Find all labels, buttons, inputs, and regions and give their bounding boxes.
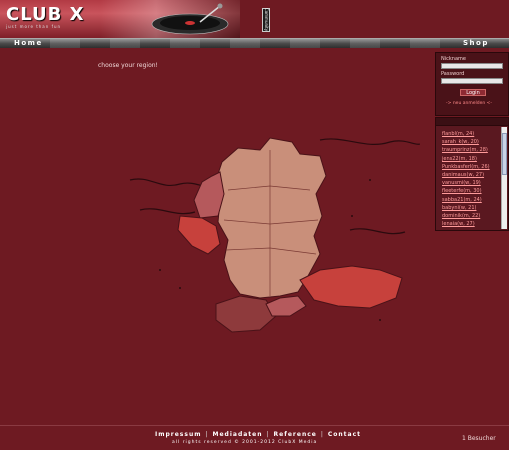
map-dot	[351, 215, 353, 217]
map-dot	[379, 319, 381, 321]
user-list-scrollbar[interactable]	[501, 127, 507, 229]
region-map	[129, 137, 420, 333]
nav-segment	[230, 39, 260, 48]
footer-link-reference[interactable]: Reference	[274, 431, 317, 438]
user-item[interactable]: jens22(m, 18)	[442, 155, 490, 163]
online-users-panel: flanbl(m, 24) sarah_k(w, 20) traumprinz(…	[435, 125, 509, 231]
user-item[interactable]: fleeterfe(m, 30)	[442, 187, 490, 195]
password-input[interactable]	[441, 78, 503, 84]
region-belgium[interactable]	[177, 215, 221, 255]
map-dot	[369, 179, 371, 181]
nav-segment	[350, 39, 380, 48]
footer-separator: |	[266, 431, 270, 438]
map-dot	[159, 269, 161, 271]
community-tab[interactable]: Community	[262, 8, 270, 32]
user-item[interactable]: Punkbasferl(m, 26)	[442, 163, 490, 171]
user-item[interactable]: dominik(m, 22)	[442, 212, 490, 220]
user-item[interactable]: babyni(w, 21)	[442, 204, 490, 212]
nav-segment	[110, 39, 140, 48]
nav-bar: Home Shop	[0, 38, 509, 48]
login-button[interactable]: Login	[460, 89, 486, 96]
logo[interactable]: CLUB X just more than fun	[6, 4, 85, 29]
border-line	[319, 138, 420, 145]
footer-links: Impressum | Mediadaten | Reference | Contact	[155, 431, 361, 438]
logo-text: CLUB X	[6, 4, 85, 25]
map-dot	[179, 287, 181, 289]
turntable-icon	[151, 3, 229, 35]
visitor-count: 1 Besucher	[462, 435, 496, 442]
nav-segment	[170, 39, 200, 48]
community-tab-label: Community	[264, 7, 270, 32]
footer-divider	[0, 425, 509, 426]
region-austria[interactable]	[299, 265, 403, 309]
user-item[interactable]: sabba21(m, 24)	[442, 196, 490, 204]
region-liechtenstein[interactable]	[265, 295, 307, 317]
nav-home[interactable]: Home	[14, 39, 43, 48]
user-item[interactable]: danimaus(w, 27)	[442, 171, 490, 179]
user-item[interactable]: lenaia(w, 27)	[442, 220, 490, 228]
nickname-label: Nickname	[441, 56, 466, 62]
user-item[interactable]: sarah_k(w, 20)	[442, 138, 490, 146]
user-item[interactable]: traumprinz(m, 28)	[442, 146, 490, 154]
region-switzerland[interactable]	[215, 295, 277, 333]
footer-separator: |	[320, 431, 324, 438]
nav-shop[interactable]: Shop	[463, 39, 489, 48]
nav-segment	[50, 39, 80, 48]
copyright: all rights reserved © 2001-2012 ClubX Me…	[172, 440, 318, 445]
nav-segment	[290, 39, 320, 48]
border-line	[139, 208, 196, 215]
footer-link-impressum[interactable]: Impressum	[155, 431, 201, 438]
border-line	[349, 228, 406, 235]
password-label: Password	[441, 71, 465, 77]
scrollbar-thumb[interactable]	[502, 133, 507, 175]
nav-segment	[410, 39, 440, 48]
login-panel: Nickname Password Login -> neu anmelden …	[435, 52, 509, 116]
region-prompt: choose your region!	[98, 62, 158, 69]
nickname-input[interactable]	[441, 63, 503, 69]
footer-link-contact[interactable]: Contact	[328, 431, 361, 438]
footer-link-mediadaten[interactable]: Mediadaten	[213, 431, 263, 438]
header: CLUB X just more than fun Community	[0, 0, 509, 38]
user-item[interactable]: flanbl(m, 24)	[442, 130, 490, 138]
footer-separator: |	[205, 431, 209, 438]
region-benelux[interactable]	[193, 171, 225, 219]
register-link[interactable]: -> neu anmelden <-	[446, 101, 492, 106]
region-germany[interactable]	[215, 137, 327, 299]
user-item[interactable]: vanusmi(w, 19)	[442, 179, 490, 187]
online-users-list: flanbl(m, 24) sarah_k(w, 20) traumprinz(…	[442, 130, 490, 228]
